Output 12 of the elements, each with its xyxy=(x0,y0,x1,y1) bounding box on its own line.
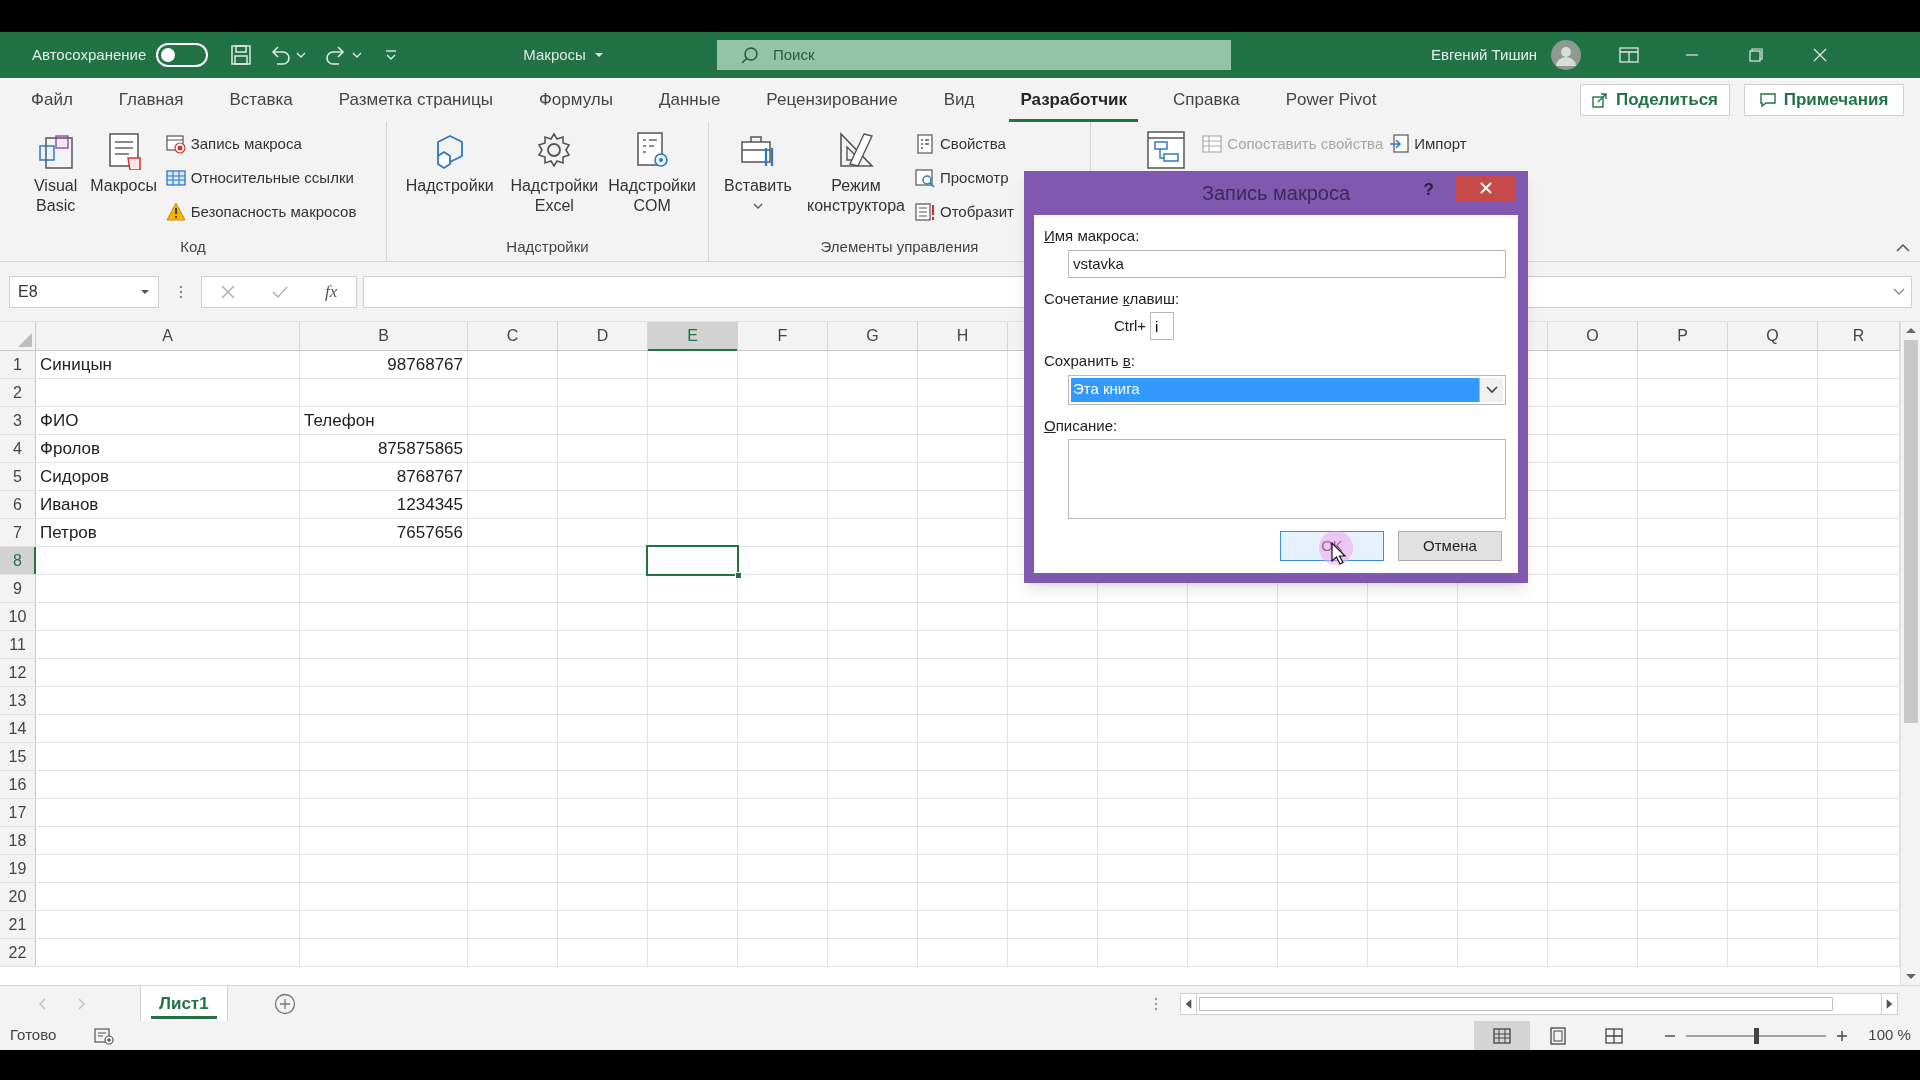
field-label: Описание: xyxy=(1044,415,1119,436)
dialog-title: Запись макроса xyxy=(1200,181,1352,206)
field-label: Имя макроса: xyxy=(1044,226,1141,246)
shortcut-prefix: Ctrl+ xyxy=(1114,315,1147,336)
group-label: Код xyxy=(180,236,206,257)
group-label: Надстройки xyxy=(506,236,589,257)
group-label: Элементы управления xyxy=(820,236,979,257)
status-text: Готово xyxy=(10,1025,57,1046)
autosave-label: Автосохранение xyxy=(32,44,147,65)
field-label: Сохранить в: xyxy=(1044,351,1136,371)
user-name: Евгений Тишин xyxy=(1430,44,1538,65)
field-label: Сочетание клавиш: xyxy=(1044,288,1181,309)
